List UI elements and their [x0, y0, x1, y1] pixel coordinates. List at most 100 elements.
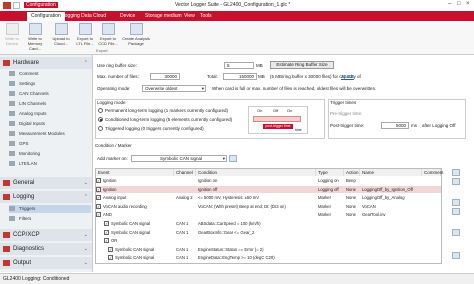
table-row[interactable]: ✓ Analog input Analog 2 <= 5000 mV, Hystere…: [96, 194, 441, 202]
output-icon: [3, 260, 10, 266]
sidebar-section-output[interactable]: Output ⌄: [0, 257, 92, 269]
row-enabled-checkbox[interactable]: ✓: [104, 238, 109, 244]
cell-name: GearTool.inv: [362, 212, 386, 218]
sidebar-section-logging[interactable]: Logging ⌃: [0, 191, 92, 203]
table-row[interactable]: ✓ AND Marker None GearTool.inv: [96, 211, 441, 219]
sidebar-item-measurement-modules[interactable]: Measurement Modules: [9, 130, 91, 138]
radio-conditioned-logging[interactable]: [98, 117, 103, 122]
add-marker-button[interactable]: [229, 155, 237, 162]
row-enabled-checkbox[interactable]: ✓: [96, 186, 101, 192]
row-enabled-checkbox[interactable]: ✓: [104, 221, 109, 226]
maximize-icon[interactable]: □: [457, 1, 461, 7]
ribbon-tabs: Configuration Logging Data Cloud Device …: [0, 11, 474, 21]
trigger-times-group: [328, 99, 466, 139]
logging-mode-diagram: On Off On post-trigger time time: [248, 106, 308, 134]
table-row[interactable]: ✓ Ignition Ignition on Logging on Beep: [96, 177, 441, 185]
sidebar-section-ccp-xcp[interactable]: CCP/XCP ⌄: [0, 229, 92, 241]
after-logging-off-label: after Logging Off: [422, 123, 456, 128]
upload-to-cloud-button[interactable]: Upload to Cloud...: [50, 23, 72, 46]
tab-storage-medium[interactable]: Storage medium: [145, 12, 182, 21]
sidebar-item-filters[interactable]: Filters: [9, 215, 91, 223]
logging-mode-title: Logging mode: [97, 100, 126, 105]
table-row[interactable]: ✓ OR: [96, 237, 441, 245]
tab-configuration[interactable]: Configuration: [27, 12, 65, 21]
delete-button[interactable]: [452, 252, 460, 259]
move-down-button[interactable]: [452, 178, 460, 185]
col-condition[interactable]: Condition: [196, 169, 316, 176]
sidebar-item-can-channels[interactable]: CAN Channels: [9, 90, 91, 98]
cell-channel: CAN 1: [176, 255, 189, 261]
sidebar-section-general[interactable]: General ⌄: [0, 177, 92, 189]
write-to-memory-card-button[interactable]: Write to Memory Card...: [24, 23, 46, 51]
pre-trigger-label: Pre-trigger time:: [330, 111, 363, 116]
row-enabled-checkbox[interactable]: ✓: [108, 246, 113, 252]
gps-icon: [9, 141, 15, 146]
table-row[interactable]: ✓ Symbolic CAN signal CAN 1 ABSdata::CarSpe…: [96, 220, 441, 228]
ring-buffer-size-input[interactable]: 5: [224, 62, 254, 69]
copy-button[interactable]: [452, 229, 460, 236]
digital-icon: [9, 121, 15, 126]
table-row[interactable]: ✓ Symbolic CAN signal CAN 1 EngineStatus::S…: [96, 246, 441, 254]
max-files-input[interactable]: 30000: [150, 73, 180, 80]
sidebar-item-triggers[interactable]: Triggers: [9, 205, 91, 213]
add-marker-select[interactable]: Symbolic CAN signal ▾: [131, 155, 227, 162]
table-row[interactable]: ✓ VoCAN audio recording VoCAN: (With prese…: [96, 203, 441, 211]
export-ltl-button[interactable]: Export to LTL File...: [74, 23, 96, 46]
menu-configuration[interactable]: Configuration: [24, 2, 58, 8]
sidebar-item-monitoring[interactable]: Monitoring: [9, 150, 91, 158]
add-group-button[interactable]: [452, 208, 460, 215]
col-comment[interactable]: Comment: [422, 169, 444, 176]
sidebar-item-lte-lan[interactable]: LTE/LAN: [9, 160, 91, 168]
col-type[interactable]: Type: [316, 169, 344, 176]
row-enabled-checkbox[interactable]: ✓: [96, 195, 101, 201]
table-row[interactable]: ✓ Ignition Ignition off Logging off None Logg…: [96, 185, 441, 194]
sidebar-item-gps[interactable]: GPS: [9, 140, 91, 148]
sidebar-item-digital-inputs[interactable]: Digital Inputs: [9, 120, 91, 128]
cloud-icon: [54, 23, 68, 35]
add-condition-button[interactable]: [452, 199, 460, 206]
create-analysis-package-button[interactable]: Create Analysis Package: [121, 23, 151, 46]
tab-view[interactable]: View: [184, 12, 195, 21]
capacity-link[interactable]: 32 GB: [341, 74, 354, 79]
col-channel[interactable]: Channel: [174, 169, 196, 176]
minimize-icon[interactable]: –: [448, 1, 451, 7]
sidebar-section-diagnostics[interactable]: Diagnostics ⌄: [0, 243, 92, 255]
export-ccd-button[interactable]: Export to CCD File...: [97, 23, 119, 46]
row-enabled-checkbox[interactable]: ✓: [96, 212, 101, 218]
row-enabled-checkbox[interactable]: ✓: [96, 178, 101, 183]
sidebar-item-analog-inputs[interactable]: Analog Inputs: [9, 110, 91, 118]
move-up-button[interactable]: [452, 169, 460, 176]
sidebar-item-lin-channels[interactable]: LIN Channels: [9, 100, 91, 108]
tab-logging-data[interactable]: Logging Data: [62, 12, 92, 21]
col-action[interactable]: Action: [344, 169, 360, 176]
table-row[interactable]: ✓ Symbolic CAN signal CAN 1 EngineData::Eng…: [96, 254, 441, 262]
quick-save-icon[interactable]: [13, 2, 20, 9]
radio-triggered-logging[interactable]: [98, 126, 103, 131]
cell-action: Beep: [346, 178, 356, 183]
col-event[interactable]: Event: [96, 169, 174, 176]
estimate-ring-buffer-button[interactable]: Estimate Ring Buffer Size: [270, 61, 334, 69]
tab-cloud[interactable]: Cloud: [93, 12, 106, 21]
sidebar-section-hardware[interactable]: Hardware ⌃: [0, 57, 92, 69]
tab-device[interactable]: Device: [120, 12, 135, 21]
device-icon: [5, 23, 19, 35]
write-to-device-button[interactable]: Write to Device: [1, 23, 23, 46]
table-row[interactable]: ✓ Symbolic CAN signal CAN 1 GearBoxInfo::Ge…: [96, 229, 441, 237]
row-enabled-checkbox[interactable]: ✓: [104, 229, 109, 235]
row-enabled-checkbox[interactable]: ✓: [96, 203, 101, 209]
status-bar: GL2400 Logging: Conditioned: [0, 273, 474, 284]
sidebar-item-comment[interactable]: Comment: [9, 70, 91, 78]
close-icon[interactable]: ×: [466, 1, 470, 7]
radio-permanent-logging[interactable]: [98, 108, 103, 113]
operating-mode-select[interactable]: Overwrite oldest ▾: [142, 85, 206, 92]
cell-condition: EngineData::EngTemp >= 10 (degC C20): [198, 255, 275, 261]
tab-tools[interactable]: Tools: [200, 12, 212, 21]
total-value: 150000: [223, 73, 257, 80]
status-text: GL2400 Logging: Conditioned: [3, 276, 70, 282]
row-enabled-checkbox[interactable]: ✓: [108, 255, 113, 261]
col-name[interactable]: Name: [360, 169, 422, 176]
post-trigger-input[interactable]: 5000: [381, 122, 409, 129]
sidebar-item-settings[interactable]: Settings: [9, 80, 91, 88]
chevron-down-icon: ▾: [222, 156, 225, 161]
cell-channel: CAN 1: [176, 229, 189, 235]
